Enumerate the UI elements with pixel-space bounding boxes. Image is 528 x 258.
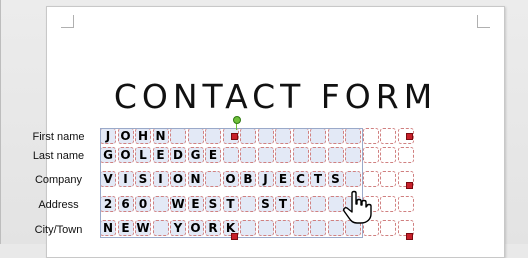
input-cell[interactable] bbox=[205, 171, 221, 187]
page-corner-mark bbox=[477, 15, 490, 28]
handwritten-character: S bbox=[208, 197, 218, 211]
input-cell[interactable] bbox=[205, 128, 221, 144]
handwritten-character: T bbox=[278, 197, 288, 211]
input-cell[interactable] bbox=[222, 147, 239, 163]
input-cell[interactable] bbox=[257, 147, 274, 163]
input-cell[interactable] bbox=[362, 171, 379, 187]
resize-handle-bottom[interactable] bbox=[231, 233, 238, 240]
handwritten-character: J bbox=[263, 172, 268, 186]
handwritten-character: 0 bbox=[138, 197, 148, 211]
canvas-workspace: CONTACT FORM First name Last name Compan… bbox=[0, 0, 528, 258]
handwriting-grid[interactable]: JOHNGOLEDGEVISIONOBJECTS260WESTSTNEWYORK bbox=[100, 128, 420, 248]
input-cell[interactable] bbox=[310, 128, 326, 144]
handwritten-character: Y bbox=[173, 221, 183, 235]
input-cell[interactable] bbox=[292, 220, 309, 236]
resize-handle-bottom-right[interactable] bbox=[406, 233, 413, 240]
input-cell[interactable] bbox=[397, 147, 414, 163]
field-label-last-name: Last name bbox=[32, 150, 85, 162]
input-cell[interactable] bbox=[152, 196, 169, 212]
input-cell[interactable] bbox=[362, 147, 379, 163]
handwritten-character: S bbox=[138, 172, 148, 186]
handwritten-character: O bbox=[190, 221, 201, 235]
input-cell[interactable] bbox=[187, 128, 204, 144]
input-cell[interactable] bbox=[275, 128, 291, 144]
handwritten-character: S bbox=[261, 197, 270, 211]
input-cell[interactable] bbox=[345, 171, 361, 187]
handwritten-character: I bbox=[123, 172, 128, 186]
input-cell[interactable] bbox=[380, 147, 396, 163]
handwritten-character: N bbox=[102, 221, 114, 235]
handwritten-character: D bbox=[173, 148, 183, 162]
handwritten-character: W bbox=[171, 197, 185, 211]
handwritten-character: E bbox=[191, 197, 200, 211]
input-cell[interactable] bbox=[380, 171, 396, 187]
input-cell[interactable] bbox=[345, 128, 361, 144]
handwritten-character: S bbox=[331, 172, 340, 186]
input-cell[interactable] bbox=[275, 147, 291, 163]
input-cell[interactable] bbox=[292, 147, 309, 163]
handwritten-character: E bbox=[208, 148, 218, 162]
rotate-stem bbox=[236, 123, 237, 130]
resize-handle-top[interactable] bbox=[231, 133, 238, 140]
input-cell[interactable] bbox=[240, 220, 256, 236]
input-cell[interactable] bbox=[397, 196, 414, 212]
handwritten-character: L bbox=[139, 148, 147, 162]
resize-handle-right[interactable] bbox=[406, 182, 413, 189]
handwritten-character: E bbox=[278, 172, 288, 186]
handwritten-character: O bbox=[172, 172, 184, 186]
handwritten-character: T bbox=[226, 197, 235, 211]
hand-pointer-icon bbox=[343, 190, 372, 224]
input-cell[interactable] bbox=[257, 220, 274, 236]
input-cell[interactable] bbox=[292, 196, 309, 212]
handwritten-character: J bbox=[105, 129, 111, 143]
field-label-address: Address bbox=[38, 199, 79, 211]
handwritten-character: I bbox=[158, 172, 163, 186]
handwritten-character: 2 bbox=[103, 197, 113, 211]
input-cell[interactable] bbox=[240, 147, 256, 163]
field-label-first-name: First name bbox=[32, 131, 85, 143]
page-corner-mark bbox=[61, 15, 74, 28]
handwritten-character: E bbox=[156, 148, 165, 162]
input-cell[interactable] bbox=[257, 128, 274, 144]
field-label-city-town: City/Town bbox=[34, 224, 83, 236]
input-cell[interactable] bbox=[310, 196, 326, 212]
input-cell[interactable] bbox=[275, 220, 291, 236]
input-cell[interactable] bbox=[380, 220, 396, 236]
handwritten-character: W bbox=[136, 221, 150, 235]
handwritten-character: G bbox=[103, 148, 113, 162]
handwritten-character: O bbox=[120, 148, 131, 162]
handwritten-character: O bbox=[225, 172, 236, 186]
form-title: CONTACT FORM bbox=[113, 77, 438, 116]
input-cell[interactable] bbox=[240, 196, 256, 212]
input-cell[interactable] bbox=[362, 128, 379, 144]
input-cell[interactable] bbox=[152, 220, 169, 236]
input-cell[interactable] bbox=[310, 220, 326, 236]
input-cell[interactable] bbox=[240, 128, 256, 144]
input-cell[interactable] bbox=[327, 147, 344, 163]
handwritten-character: O bbox=[120, 129, 131, 143]
input-cell[interactable] bbox=[327, 128, 344, 144]
rotate-handle-icon[interactable] bbox=[233, 116, 241, 124]
handwritten-character: 6 bbox=[121, 197, 130, 211]
handwritten-character: C bbox=[296, 172, 305, 186]
field-label-company: Company bbox=[34, 174, 83, 186]
handwritten-character: V bbox=[103, 172, 113, 186]
input-cell[interactable] bbox=[292, 128, 309, 144]
handwritten-character: N bbox=[155, 129, 166, 143]
handwritten-character: R bbox=[208, 221, 218, 235]
input-cell[interactable] bbox=[170, 128, 186, 144]
input-cell[interactable] bbox=[345, 147, 361, 163]
handwritten-character: B bbox=[243, 172, 253, 186]
handwritten-character: G bbox=[190, 148, 201, 162]
handwritten-character: T bbox=[313, 172, 323, 186]
handwritten-character: E bbox=[121, 221, 130, 235]
input-cell[interactable] bbox=[310, 147, 326, 163]
handwritten-character: N bbox=[190, 172, 201, 186]
input-cell[interactable] bbox=[380, 128, 396, 144]
handwritten-character: H bbox=[137, 129, 149, 143]
input-cell[interactable] bbox=[380, 196, 396, 212]
resize-handle-top-right[interactable] bbox=[406, 133, 413, 140]
